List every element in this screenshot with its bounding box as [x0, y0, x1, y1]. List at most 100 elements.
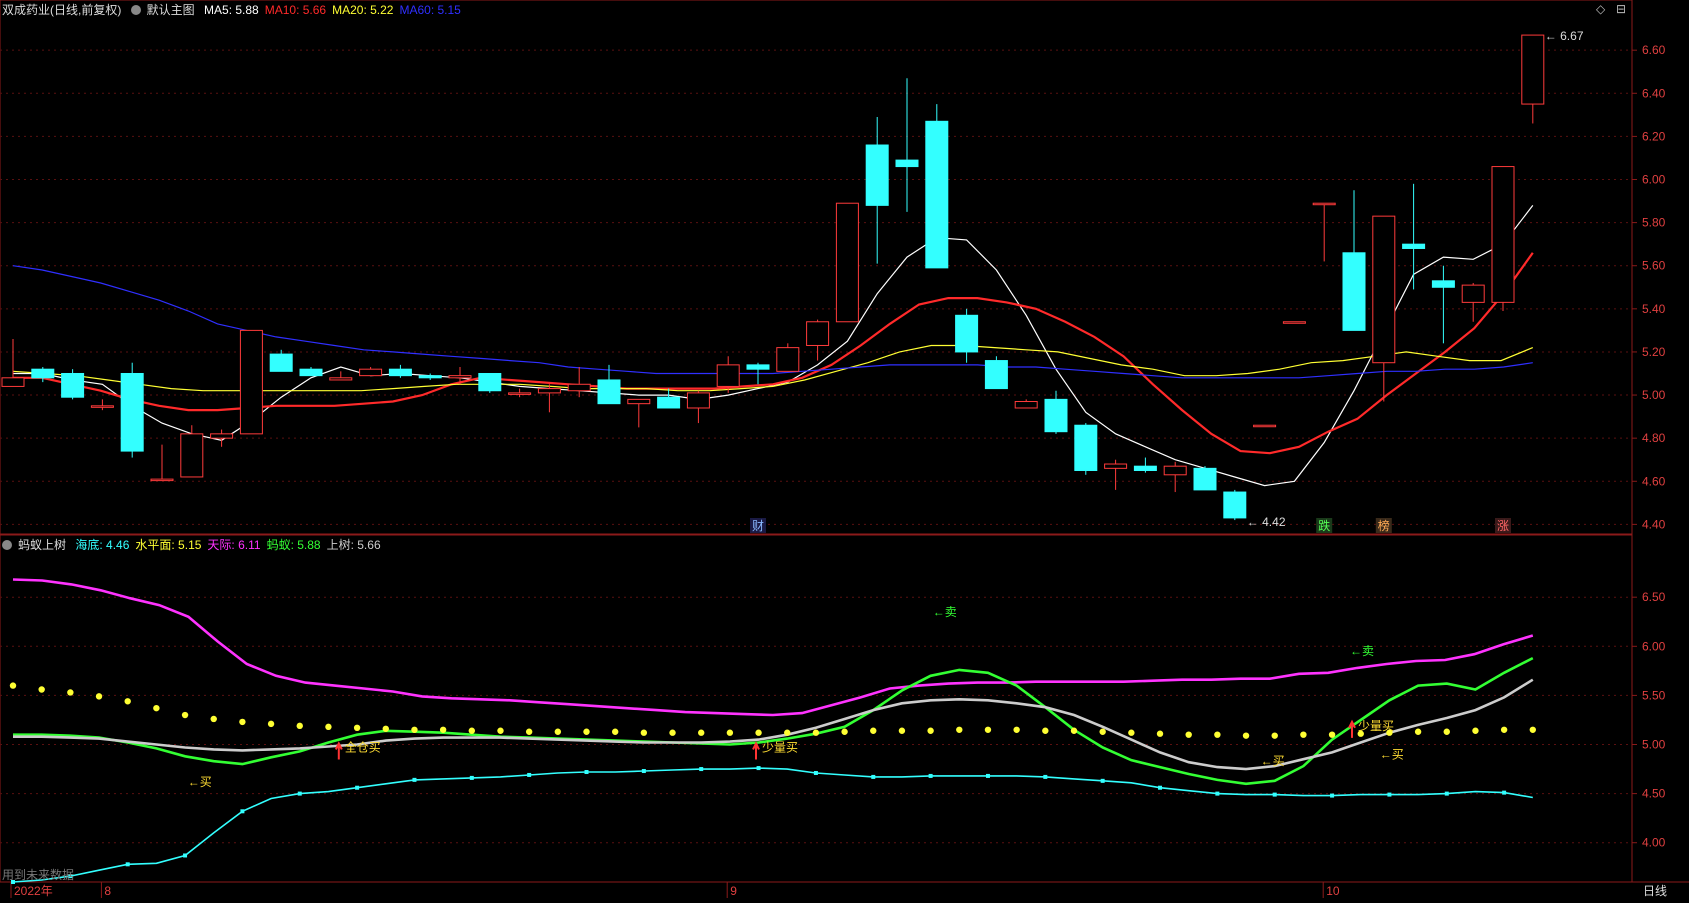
water-level-dot — [927, 727, 934, 734]
sea-floor-marker — [1502, 790, 1507, 795]
water-level-dot — [1242, 732, 1250, 739]
water-level-dot — [1300, 731, 1307, 738]
main-y-tick-label: 6.00 — [1642, 173, 1666, 187]
water-level-dot — [296, 722, 303, 730]
water-level-dot — [1099, 728, 1106, 735]
candle-body — [1253, 424, 1277, 428]
sea-floor-marker — [985, 773, 990, 778]
main-y-tick-label: 5.20 — [1642, 345, 1666, 359]
settings-icon[interactable] — [130, 5, 141, 15]
candle-body — [299, 368, 323, 377]
trade-signal: 少量买 — [762, 740, 798, 754]
x-axis-label: 2022年 — [14, 884, 53, 898]
water-level-dot — [1185, 731, 1192, 738]
water-level-dot — [812, 729, 820, 736]
candle-body — [686, 392, 710, 409]
candle-body — [895, 159, 919, 168]
water-level-dot — [1042, 727, 1049, 734]
candle-body — [239, 329, 263, 435]
event-marker: 榜 — [1378, 518, 1390, 533]
water-level-dot — [153, 704, 160, 712]
sea-floor-marker — [527, 772, 532, 777]
main-mode[interactable]: 默认主图 — [147, 3, 195, 17]
ma-legend-0: MA5: 5.88 — [204, 3, 259, 17]
settings-icon[interactable] — [2, 540, 12, 550]
layout-icon[interactable]: ⊟ — [1616, 2, 1626, 16]
main-y-tick-label: 6.40 — [1642, 86, 1666, 100]
candle-body — [1014, 401, 1038, 409]
main-title[interactable]: 双成药业(日线,前复权) — [2, 3, 121, 17]
sea-floor-marker — [813, 770, 818, 775]
period-tab[interactable]: 日线 — [1643, 882, 1667, 899]
candle-body — [1312, 202, 1336, 206]
candle-body — [537, 388, 561, 394]
main-y-tick-label: 4.40 — [1642, 517, 1666, 531]
sub-title[interactable]: 蚂蚁上树 — [18, 538, 66, 552]
candle-body — [1193, 467, 1217, 491]
water-level-dot — [841, 728, 848, 735]
indicator-legend-2: 天际: 6.11 — [207, 538, 261, 552]
water-level-dot — [468, 727, 476, 734]
trade-signal: ←买 — [1261, 754, 1285, 768]
water-level-dot — [1156, 730, 1164, 737]
ma-legend-3: MA60: 5.15 — [399, 3, 461, 17]
water-level-dot — [67, 689, 74, 696]
water-level-dot — [726, 729, 734, 736]
water-level-dot — [755, 729, 762, 736]
water-level-dot — [1271, 732, 1278, 739]
indicator-legend-3: 蚂蚁: 5.88 — [266, 538, 321, 552]
sea-floor-marker — [928, 773, 933, 778]
candle-body — [865, 144, 889, 206]
sea-floor-marker — [641, 769, 646, 774]
kline-chart[interactable]: 4.40 4.60 4.80 5.00 5.20 5.40 5.60 5.80 6.00 6.20… — [0, 0, 1689, 898]
candle-body — [31, 368, 55, 379]
water-level-dot — [497, 727, 504, 734]
candle-body — [1163, 465, 1187, 476]
water-level-dot — [1414, 728, 1422, 735]
sea-floor-marker — [1215, 791, 1220, 796]
candle-body — [1342, 252, 1366, 331]
water-level-dot — [1472, 727, 1479, 734]
candle-body — [1282, 321, 1306, 324]
candle-body — [508, 392, 532, 395]
candle-body — [1461, 284, 1485, 303]
candle-body — [269, 353, 293, 372]
candle-body — [1223, 491, 1247, 519]
water-level-dot — [554, 728, 562, 735]
water-level-dot — [1443, 728, 1450, 735]
main-y-tick-label: 5.00 — [1642, 388, 1666, 402]
sea-floor-marker — [125, 862, 130, 867]
x-axis-label: 9 — [730, 884, 737, 898]
sea-floor-marker — [412, 777, 417, 782]
candle-body — [567, 383, 591, 392]
buy-arrow-icon — [334, 741, 343, 760]
candle-body — [150, 478, 174, 482]
water-level-dot — [439, 726, 447, 733]
water-level-dot — [1529, 726, 1537, 733]
water-level-dot — [239, 718, 246, 726]
water-level-dot — [583, 728, 590, 735]
sea-floor-marker — [1330, 793, 1335, 798]
water-level-dot — [956, 726, 963, 733]
candle-body — [120, 372, 144, 452]
candle-body — [1074, 424, 1098, 471]
sub-y-tick-label: 6.00 — [1642, 639, 1666, 653]
water-level-dot — [1070, 727, 1078, 734]
candle-body — [1372, 215, 1396, 364]
water-level-dot — [181, 711, 189, 719]
water-level-dot — [870, 727, 877, 734]
candle-body — [1521, 34, 1545, 105]
water-level-dot — [1328, 731, 1336, 738]
diamond-icon[interactable]: ◇ — [1596, 2, 1605, 16]
sub-y-tick-label: 5.50 — [1642, 688, 1666, 702]
water-level-dot — [640, 729, 648, 736]
candle-body — [1431, 280, 1455, 288]
candle-body — [448, 375, 472, 379]
candle-body — [180, 433, 204, 478]
water-level-dot — [525, 728, 533, 735]
candle-body — [90, 405, 114, 408]
main-y-tick-label: 6.60 — [1642, 43, 1666, 57]
sea-floor-marker — [584, 770, 589, 775]
sea-floor-marker — [699, 767, 704, 772]
sea-floor-marker — [240, 809, 245, 814]
